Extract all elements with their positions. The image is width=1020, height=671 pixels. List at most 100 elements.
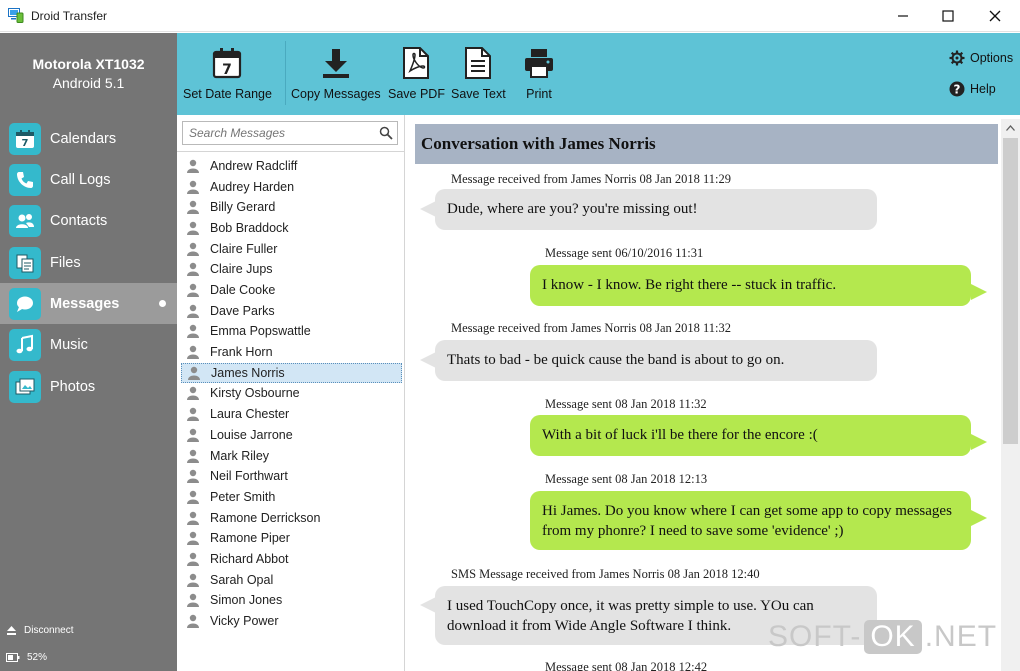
contact-name: Claire Fuller — [210, 241, 278, 256]
person-icon — [186, 324, 200, 339]
contact-name: Peter Smith — [210, 489, 276, 504]
watermark: SOFT- OK .NET — [768, 620, 997, 654]
watermark-ok: OK — [864, 620, 922, 654]
minimize-button[interactable] — [880, 0, 926, 32]
save-text-button[interactable]: Save Text — [451, 45, 506, 101]
contact-list-item[interactable]: Claire Jups — [181, 259, 402, 279]
contact-list-item[interactable]: Richard Abbot — [181, 549, 402, 569]
bubble-tail — [420, 352, 436, 368]
message-meta: SMS Message received from James Norris 0… — [451, 567, 760, 581]
person-icon — [186, 304, 200, 318]
contact-list-item[interactable]: Dale Cooke — [181, 280, 402, 300]
sidebar-item-label: Messages — [50, 295, 120, 312]
download-icon — [320, 45, 352, 81]
pdf-icon — [402, 45, 430, 81]
person-icon — [186, 593, 200, 608]
scrollbar-thumb[interactable] — [1003, 138, 1018, 444]
contact-list-item[interactable]: Louise Jarrone — [181, 425, 402, 445]
sidebar-item-calendars[interactable]: 7 Calendars — [0, 118, 177, 159]
contact-name: Louise Jarrone — [210, 427, 293, 442]
close-button[interactable] — [972, 0, 1018, 32]
disconnect-button[interactable]: Disconnect — [0, 619, 177, 641]
message-bubble-sent[interactable]: With a bit of luck i'll be there for the… — [530, 415, 971, 456]
contact-list-item[interactable]: Simon Jones — [181, 590, 402, 610]
sidebar-item-photos[interactable]: Photos — [0, 366, 177, 407]
contact-list-item[interactable]: Vicky Power — [181, 611, 402, 631]
printer-icon — [523, 45, 555, 81]
files-icon — [9, 246, 41, 279]
contact-name: Dave Parks — [210, 303, 275, 318]
contact-list-item[interactable]: Audrey Harden — [181, 177, 402, 197]
contact-list-item[interactable]: Bob Braddock — [181, 218, 402, 238]
contact-list-item[interactable]: Sarah Opal — [181, 570, 402, 590]
options-label: Options — [970, 51, 1014, 65]
sidebar-item-messages[interactable]: Messages — [0, 283, 177, 324]
contact-list-item[interactable]: Ramone Piper — [181, 528, 402, 548]
contact-list-item[interactable]: Dave Parks — [181, 301, 402, 321]
contact-list-item[interactable]: Ramone Derrickson — [181, 508, 402, 528]
chevron-up-icon — [1006, 124, 1015, 131]
contact-name: Richard Abbot — [210, 551, 289, 566]
person-icon — [186, 511, 200, 525]
photos-icon — [9, 370, 41, 403]
sidebar-item-files[interactable]: Files — [0, 242, 177, 283]
sidebar-item-label: Music — [50, 336, 88, 353]
sidebar-item-label: Photos — [50, 378, 96, 395]
title-bar: Droid Transfer — [0, 0, 1020, 32]
message-bubble-sent[interactable]: Hi James. Do you know where I can get so… — [530, 491, 971, 550]
message-bubble-received[interactable]: Dude, where are you? you're missing out! — [435, 189, 877, 230]
sidebar-item-call-logs[interactable]: Call Logs — [0, 159, 177, 200]
contact-name: Andrew Radcliff — [210, 159, 298, 173]
person-icon — [186, 283, 200, 298]
sidebar-item-contacts[interactable]: Contacts — [0, 200, 177, 241]
contact-name: Bob Braddock — [210, 221, 289, 236]
person-icon — [186, 531, 200, 546]
message-bubble-sent[interactable]: I know - I know. Be right there -- stuck… — [530, 265, 971, 306]
sidebar-item-label: Files — [50, 254, 81, 271]
message-meta: Message sent 08 Jan 2018 12:42 — [545, 660, 708, 671]
person-icon — [186, 180, 200, 194]
person-icon — [186, 221, 200, 236]
search-input[interactable] — [183, 122, 373, 144]
set-date-range-button[interactable]: 7 Set Date Range — [183, 45, 272, 101]
messages-icon — [9, 287, 41, 320]
print-button[interactable]: Print — [523, 45, 555, 101]
contact-list-item[interactable]: Billy Gerard — [181, 197, 402, 217]
save-text-label: Save Text — [451, 87, 506, 101]
search-icon[interactable] — [379, 126, 393, 143]
contacts-pane: Andrew Radcliff Audrey Harden Billy Gerard… — [177, 115, 405, 671]
contact-list-item[interactable]: Mark Riley — [181, 446, 402, 466]
help-button[interactable]: ? Help — [949, 81, 996, 97]
active-indicator — [159, 300, 166, 307]
contact-name: Mark Riley — [210, 448, 270, 463]
contact-name: Vicky Power — [210, 613, 279, 628]
contact-list-item[interactable]: Andrew Radcliff — [181, 156, 402, 176]
app-icon — [8, 8, 24, 23]
contact-list-item[interactable]: Claire Fuller — [181, 239, 402, 259]
bubble-tail — [420, 201, 436, 217]
contact-list-item[interactable]: Kirsty Osbourne — [181, 383, 402, 403]
contact-list-item[interactable]: James Norris — [181, 362, 402, 383]
device-os: Android 5.1 — [52, 75, 125, 91]
message-bubble-received[interactable]: Thats to bad - be quick cause the band i… — [435, 340, 877, 381]
scroll-up-button[interactable] — [1001, 119, 1020, 136]
sidebar-item-label: Calendars — [50, 130, 117, 147]
options-button[interactable]: Options — [949, 50, 1013, 66]
calendar-day: 7 — [223, 62, 233, 78]
contact-list-item[interactable]: Laura Chester — [181, 404, 402, 424]
sidebar-item-music[interactable]: Music — [0, 324, 177, 365]
contact-list-item[interactable]: Emma Popswattle — [181, 321, 402, 341]
sidebar: Motorola XT1032 Android 5.1 7 Calendars … — [0, 33, 177, 671]
person-icon — [186, 242, 200, 256]
help-icon: ? — [949, 81, 965, 97]
contact-list-item[interactable]: Frank Horn — [181, 342, 402, 362]
contact-list-item[interactable]: Neil Forthwart — [181, 466, 402, 486]
contact-name: Emma Popswattle — [210, 324, 311, 339]
copy-messages-button[interactable]: Copy Messages — [291, 45, 381, 101]
contact-list-item[interactable]: Peter Smith — [181, 487, 402, 507]
contacts-icon — [9, 204, 41, 237]
maximize-button[interactable] — [925, 0, 971, 32]
divider — [177, 151, 405, 152]
watermark-left: SOFT- — [768, 620, 862, 653]
save-pdf-button[interactable]: Save PDF — [388, 45, 445, 101]
